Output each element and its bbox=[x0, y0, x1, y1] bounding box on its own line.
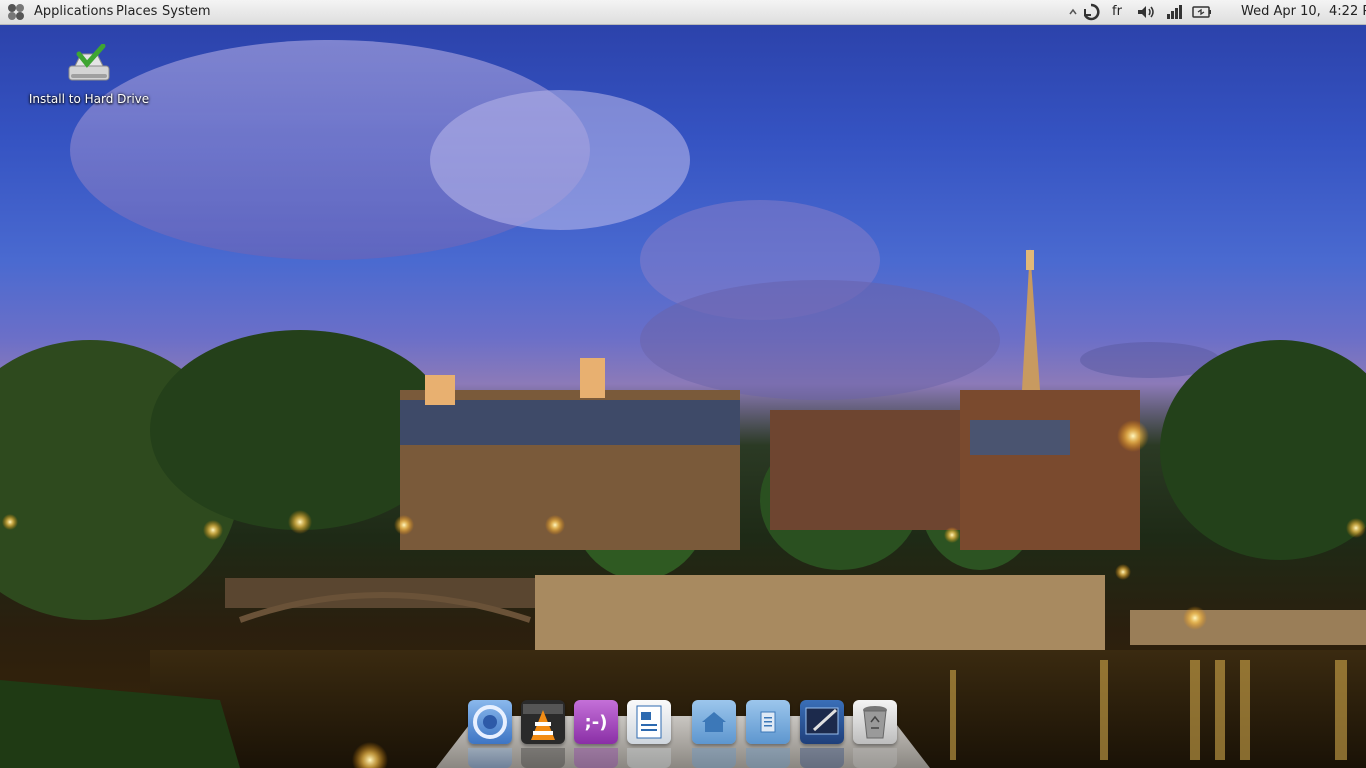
screenshot-icon bbox=[805, 707, 839, 735]
chromium-icon bbox=[473, 705, 507, 739]
install-drive-icon bbox=[67, 43, 111, 88]
desktop-wallpaper bbox=[0, 0, 1366, 768]
top-panel: Applications Places System fr Wed Apr 10… bbox=[0, 0, 1366, 25]
places-menu[interactable]: Places bbox=[116, 3, 157, 21]
dock-item-messenger[interactable]: ;-) bbox=[574, 700, 618, 744]
battery-icon[interactable] bbox=[1192, 3, 1212, 21]
distro-logo-icon[interactable] bbox=[6, 3, 26, 21]
dock-item-writer[interactable] bbox=[627, 700, 671, 744]
arrow-up-icon[interactable] bbox=[1068, 3, 1078, 21]
writer-icon bbox=[636, 705, 662, 739]
signal-icon[interactable] bbox=[1165, 3, 1183, 21]
wallpaper-scene bbox=[0, 40, 1366, 768]
dock-reflection bbox=[627, 748, 671, 768]
system-menu[interactable]: System bbox=[162, 3, 210, 21]
dock-item-chromium[interactable] bbox=[468, 700, 512, 744]
clock[interactable]: Wed Apr 10, 4:22 PM bbox=[1241, 3, 1366, 21]
dock-reflection bbox=[746, 748, 790, 768]
dock-reflection bbox=[521, 748, 565, 768]
dock-item-documents-folder[interactable] bbox=[746, 700, 790, 744]
update-notifier-icon[interactable] bbox=[1082, 3, 1100, 21]
vlc-icon bbox=[523, 704, 563, 740]
svg-text:;-): ;-) bbox=[585, 712, 608, 733]
trash-icon bbox=[863, 706, 887, 739]
dock-reflection bbox=[468, 748, 512, 768]
keyboard-layout[interactable]: fr bbox=[1112, 3, 1122, 21]
dock-item-home-folder[interactable] bbox=[692, 700, 736, 744]
dock-reflection bbox=[574, 748, 618, 768]
dock-item-vlc[interactable] bbox=[521, 700, 565, 744]
dock-item-screenshot[interactable] bbox=[800, 700, 844, 744]
dock-item-trash[interactable] bbox=[853, 700, 897, 744]
home-folder-icon bbox=[702, 712, 726, 732]
messenger-icon: ;-) bbox=[585, 712, 608, 733]
desktop-icon-label: Install to Hard Drive bbox=[28, 92, 150, 106]
applications-menu[interactable]: Applications bbox=[34, 3, 113, 21]
dock-reflection bbox=[692, 748, 736, 768]
desktop-icon-install[interactable]: Install to Hard Drive bbox=[24, 43, 154, 106]
documents-folder-icon bbox=[760, 711, 776, 733]
dock-reflection bbox=[800, 748, 844, 768]
dock-reflection bbox=[853, 748, 897, 768]
volume-icon[interactable] bbox=[1136, 3, 1156, 21]
